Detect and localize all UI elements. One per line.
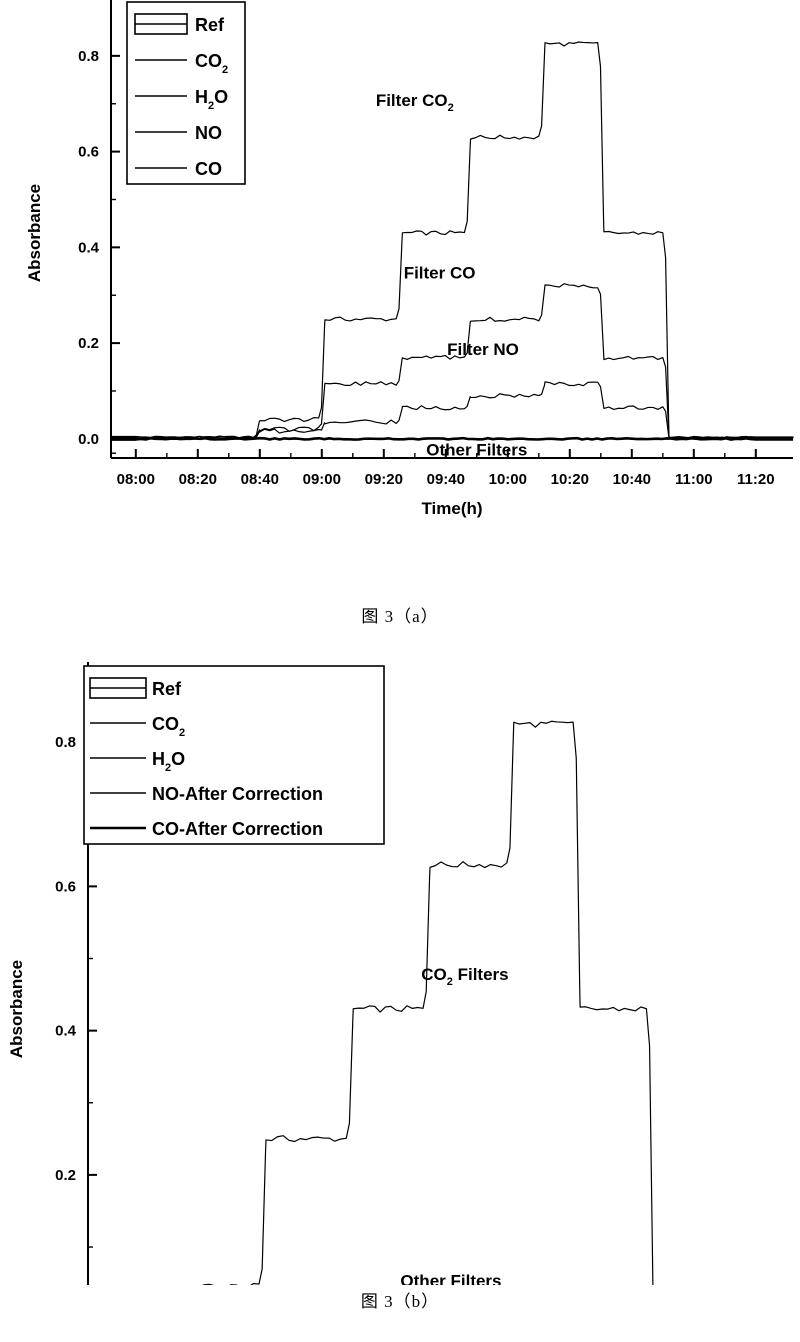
y-axis-title-group: Absorbance xyxy=(7,960,26,1058)
x-tick-label: 10:40 xyxy=(613,471,651,488)
plot-area: 0.00.20.40.60.808:2008:4009:0009:2009:40… xyxy=(7,662,654,1285)
chart-a: 0.0 0.2 0.4 0.6 0.8 08:00 08:20 08:40 09:00 09:20… xyxy=(25,0,794,518)
legend-entry-label: CO xyxy=(195,159,222,179)
y-axis-title-group: Absorbance xyxy=(25,184,44,282)
annotation-label: Other Filters xyxy=(426,441,527,460)
y-axis-title: Absorbance xyxy=(25,184,44,282)
y-tick-label: 0.4 xyxy=(55,1023,77,1040)
legend-entry-label: Ref xyxy=(195,15,225,35)
legend-entry-label: Ref xyxy=(152,679,182,699)
x-tick-label: 09:40 xyxy=(427,471,465,488)
annotation-label: Other Filters xyxy=(400,1272,501,1285)
figure-a: 0.0 0.2 0.4 0.6 0.8 08:00 08:20 08:40 09:00 09:20… xyxy=(0,0,800,660)
figure-a-caption: 图 3（a） xyxy=(361,607,439,626)
trace-other-filters xyxy=(111,436,793,441)
y-tick-label: 0.6 xyxy=(78,144,99,161)
annotation-label: Filter CO xyxy=(404,263,476,282)
legend-entry-label: NO-After Correction xyxy=(152,784,323,804)
y-tick-label: 0.8 xyxy=(55,734,76,751)
trace-filter-co xyxy=(110,283,794,439)
plot-area: 0.0 0.2 0.4 0.6 0.8 08:00 08:20 08:40 09:00 09:20… xyxy=(25,0,794,518)
y-tick-label: 0.8 xyxy=(78,48,99,65)
annotation-label: Filter NO xyxy=(447,340,519,359)
x-tick-label: 08:40 xyxy=(241,471,279,488)
x-tick-label: 10:20 xyxy=(551,471,589,488)
x-tick-label: 11:00 xyxy=(675,471,713,488)
x-tick-label: 10:00 xyxy=(489,471,527,488)
figure-b-caption: 图 3（b） xyxy=(360,1292,440,1311)
x-axis-title: Time(h) xyxy=(421,499,482,518)
y-axis-title: Absorbance xyxy=(7,960,26,1058)
y-tick-label: 0.2 xyxy=(55,1167,76,1184)
trace-filter-no xyxy=(110,381,794,440)
figure-b: 0.00.20.40.60.808:2008:4009:0009:2009:40… xyxy=(0,660,800,1342)
y-tick-label: 0.6 xyxy=(55,878,76,895)
legend: RefCO2H2ONOCO xyxy=(126,1,246,185)
y-tick-label: 0.2 xyxy=(78,335,99,352)
x-tick-label: 08:20 xyxy=(179,471,217,488)
legend-entry-label: CO-After Correction xyxy=(152,819,323,839)
annotation-label: Filter CO2 xyxy=(376,91,454,114)
x-tick-label: 09:20 xyxy=(365,471,403,488)
y-tick-label: 0.4 xyxy=(78,239,100,256)
annotation-label: CO2 Filters xyxy=(421,965,508,988)
y-tick-label: 0.0 xyxy=(78,431,99,448)
x-tick-label: 11:20 xyxy=(737,471,775,488)
legend-entry-label: NO xyxy=(195,123,222,143)
chart-b: 0.00.20.40.60.808:2008:4009:0009:2009:40… xyxy=(7,662,654,1285)
x-tick-label: 09:00 xyxy=(303,471,341,488)
x-tick-label: 08:00 xyxy=(117,471,155,488)
legend: RefCO2H2ONO-After CorrectionCO-After Cor… xyxy=(83,665,385,845)
